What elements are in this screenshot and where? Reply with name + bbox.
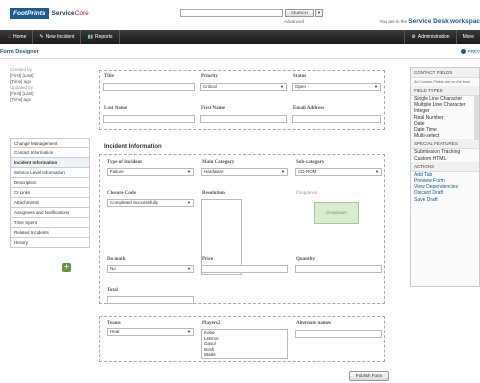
status-label: Status xyxy=(293,74,307,79)
dropdown-placeholder[interactable]: Dropdown xyxy=(314,202,359,224)
closure-code-label: Closure Code xyxy=(107,191,136,196)
alternate-names-field[interactable] xyxy=(295,330,382,338)
search-input[interactable] xyxy=(180,9,283,17)
incident-section-title: Incident Information xyxy=(104,144,162,150)
add-tab-plus-icon[interactable]: + xyxy=(62,263,71,272)
total-field[interactable] xyxy=(107,296,194,304)
field-type-item[interactable]: Multi-select xyxy=(411,133,479,139)
quantity-label: Quantity xyxy=(296,257,316,262)
field-types-scrollbar[interactable] xyxy=(474,96,479,140)
quantity-field[interactable] xyxy=(295,265,382,273)
new-incident-icon: ✎ xyxy=(39,34,44,40)
status-select[interactable]: Open xyxy=(292,83,381,91)
dropdown-label: Dropdown xyxy=(296,191,318,196)
sub-category-label: Sub-category xyxy=(296,160,325,165)
field-palette-panel: CONTACT FIELDS All Contact Fields are on… xyxy=(410,67,480,287)
nav-administration[interactable]: ⚙ Administration xyxy=(404,30,455,44)
closure-code-select[interactable]: Completed Successfully xyxy=(107,199,194,207)
last-name-field[interactable] xyxy=(103,115,195,123)
players-listbox[interactable]: Kobe LeBron Gasol Bosh Wade xyxy=(201,329,288,359)
form-designer-bar: Form Designer PREV xyxy=(0,44,480,59)
main-navbar: ⌂ Home ✎ New Incident ▮▮ Reports ⚙ Admin… xyxy=(0,30,480,44)
contact-fields-header[interactable]: CONTACT FIELDS xyxy=(411,68,479,78)
tab-contact-information[interactable]: Contact Information xyxy=(10,148,90,158)
teams-select[interactable]: Heat xyxy=(107,328,194,336)
alternate-names-label: Alternate names xyxy=(296,321,332,326)
form-tabs-list: Change Management Contact Information In… xyxy=(10,138,90,248)
first-name-field[interactable] xyxy=(200,115,287,123)
logo-footprints: FootPrints xyxy=(10,8,49,19)
price-label: Price xyxy=(202,257,214,262)
app-logo[interactable]: FootPrints ServiceCore xyxy=(10,7,92,20)
form-canvas: Title Priority Critical Status Open Last… xyxy=(97,64,402,364)
tab-change-management[interactable]: Change Management xyxy=(10,138,90,148)
price-field[interactable] xyxy=(201,265,288,273)
publish-form-button[interactable]: Publish Form xyxy=(349,371,389,381)
actions-header[interactable]: ACTIONS xyxy=(411,161,479,172)
resolution-label: Resolution xyxy=(202,191,225,196)
main-category-select[interactable]: Hardware xyxy=(201,168,288,176)
nav-new-incident[interactable]: ✎ New Incident xyxy=(33,30,82,44)
record-info: Created by [First] [Last] [Time] ago Upd… xyxy=(10,67,34,102)
tab-time-spent[interactable]: Time Spent xyxy=(10,218,90,228)
title-label: Title xyxy=(104,74,114,79)
home-icon: ⌂ xyxy=(8,34,12,40)
main-category-label: Main Category xyxy=(202,160,235,165)
tab-service-level-information[interactable]: Service Level Information xyxy=(10,168,90,178)
nav-reports[interactable]: ▮▮ Reports xyxy=(81,30,120,44)
tab-assignees-notifications[interactable]: Assignees and Notifications xyxy=(10,208,90,218)
save-draft-link[interactable]: Save Draft xyxy=(411,197,479,203)
page-title: Form Designer xyxy=(0,49,39,55)
do-math-label: Do math xyxy=(107,257,126,262)
tab-description[interactable]: Description xyxy=(10,178,90,188)
type-of-incident-label: Type of Incident xyxy=(107,160,142,165)
title-field[interactable] xyxy=(103,83,195,91)
field-types-list: Single Line Character Multiple Line Char… xyxy=(411,96,479,140)
type-of-incident-select[interactable]: Failure xyxy=(107,168,194,176)
resolution-textarea[interactable] xyxy=(201,199,242,275)
teams-label: Teams xyxy=(107,321,121,326)
nav-home[interactable]: ⌂ Home xyxy=(0,30,34,44)
tab-history[interactable]: History xyxy=(10,238,90,248)
sub-category-select[interactable]: CD-ROM xyxy=(295,168,382,176)
nav-more[interactable]: More xyxy=(455,30,480,44)
preview-button[interactable]: PREV xyxy=(461,49,480,55)
workspace-name[interactable]: Service Desk xyxy=(408,18,448,25)
search-dropdown-button[interactable]: ▼ xyxy=(315,9,323,17)
priority-select[interactable]: Critical xyxy=(200,83,287,91)
gear-icon: ⚙ xyxy=(411,34,416,40)
players-label: Players2 xyxy=(202,321,221,326)
preview-icon xyxy=(461,49,467,55)
workspace-indicator: You are in the Service Desk workspac xyxy=(379,18,480,25)
contact-fields-note: All Contact Fields are on the form xyxy=(414,80,471,84)
tab-ci-links[interactable]: CI Links xyxy=(10,188,90,198)
logo-servicecore: ServiceCore xyxy=(51,10,89,17)
app-header: FootPrints ServiceCore SEARCH ▼ Advanced… xyxy=(0,0,480,30)
field-types-header[interactable]: FIELD TYPES xyxy=(411,86,479,96)
first-name-label: First Name xyxy=(201,106,226,111)
email-label: Email Address xyxy=(293,106,325,111)
special-features-header[interactable]: SPECIAL FEATURES xyxy=(411,139,479,150)
list-item[interactable]: Wade xyxy=(204,352,287,358)
priority-label: Priority xyxy=(201,74,218,79)
last-name-label: Last Name xyxy=(104,106,128,111)
incident-block[interactable] xyxy=(99,154,385,304)
search-button[interactable]: SEARCH xyxy=(285,9,314,17)
email-field[interactable] xyxy=(292,115,381,123)
tab-incident-information[interactable]: Incident Information xyxy=(10,158,90,168)
advanced-search-link[interactable]: Advanced xyxy=(284,19,304,24)
reports-icon: ▮▮ xyxy=(87,34,93,40)
total-label: Total xyxy=(107,288,118,293)
tab-related-incidents[interactable]: Related Incidents xyxy=(10,228,90,238)
tab-attachments[interactable]: Attachments xyxy=(10,198,90,208)
do-math-select[interactable]: No xyxy=(107,265,194,273)
